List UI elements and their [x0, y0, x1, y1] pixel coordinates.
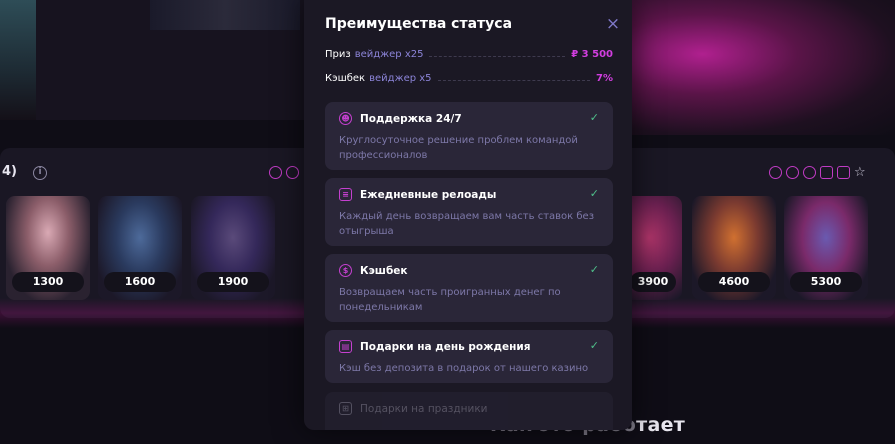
benefit-header: ☻ Поддержка 24/7 [339, 112, 462, 125]
benefit-card-holidays: ⊞ Подарки на праздники [325, 392, 613, 430]
level-card[interactable]: 1300 [6, 196, 90, 300]
check-icon: ✓ [589, 187, 599, 200]
close-icon[interactable]: × [605, 16, 621, 33]
level-card-price: 4600 [698, 272, 770, 292]
cashback-wager: вейджер x5 [369, 72, 432, 84]
info-icon[interactable]: i [33, 166, 47, 180]
dotted-leader [429, 55, 566, 57]
benefit-header: ▤ Подарки на день рождения [339, 340, 531, 353]
hero-image-center [150, 0, 300, 30]
prize-value: ₽ 3 500 [571, 48, 613, 60]
status-benefits-modal: Преимущества статуса × Приз вейджер x25 … [304, 0, 632, 430]
benefit-card-birthday: ▤ Подарки на день рождения ✓ Кэш без деп… [325, 330, 613, 383]
check-icon: ✓ [589, 263, 599, 276]
benefit-header: ⊞ Подарки на праздники [339, 402, 487, 415]
support-icon [769, 166, 782, 179]
level-card[interactable]: 1600 [98, 196, 182, 300]
support-icon: ☻ [339, 112, 352, 125]
level-card[interactable]: 5300 [784, 196, 868, 300]
hero-image-right [620, 0, 895, 135]
prize-label: Приз [325, 48, 351, 60]
level-perks-icons-left [269, 166, 299, 179]
prize-row: Приз вейджер x25 ₽ 3 500 [325, 46, 613, 62]
level-card[interactable]: 1900 [191, 196, 275, 300]
level-card-price: 1300 [12, 272, 84, 292]
benefit-card-cashback: $ Кэшбек ✓ Возвращаем часть проигранных … [325, 254, 613, 322]
check-icon: ✓ [589, 111, 599, 124]
level-card-price: 1600 [104, 272, 176, 292]
dollar-coin-icon [803, 166, 816, 179]
dotted-leader [437, 79, 591, 81]
benefit-description: Круглосуточное решение проблем командой … [339, 135, 578, 161]
benefit-title: Кэшбек [360, 264, 408, 277]
coins-stack-icon [786, 166, 799, 179]
star-icon: ☆ [854, 165, 866, 180]
prize-wager: вейджер x25 [354, 48, 424, 60]
check-icon: ✓ [589, 339, 599, 352]
benefit-card-support: ☻ Поддержка 24/7 ✓ Круглосуточное решени… [325, 102, 613, 170]
benefit-description: Каждый день возвращаем вам часть ставок … [339, 211, 595, 237]
gift-icon: ⊞ [339, 402, 352, 415]
level-card-price: 3900 [630, 272, 676, 292]
hero-image-left [0, 0, 36, 120]
benefit-title: Подарки на день рождения [360, 340, 531, 353]
level-card-price: 5300 [790, 272, 862, 292]
benefit-card-reloads: ≡ Ежедневные релоады ✓ Каждый день возвр… [325, 178, 613, 246]
benefit-title: Ежедневные релоады [360, 188, 497, 201]
modal-title: Преимущества статуса [325, 16, 513, 32]
benefit-header: ≡ Ежедневные релоады [339, 188, 496, 201]
birthday-cake-icon [820, 166, 833, 179]
coins-stack-icon: ≡ [339, 188, 352, 201]
benefit-header: $ Кэшбек [339, 264, 408, 277]
birthday-cake-icon: ▤ [339, 340, 352, 353]
cashback-row: Кэшбек вейджер x5 7% [325, 70, 613, 86]
benefit-description: Возвращаем часть проигранных денег по по… [339, 287, 561, 313]
benefit-description: Кэш без депозита в подарок от нашего каз… [339, 363, 589, 374]
gift-icon [837, 166, 850, 179]
level-perks-icons-right: ☆ [769, 166, 868, 179]
how-it-works-title-bright: тает [636, 414, 686, 436]
cashback-label: Кэшбек [325, 72, 366, 84]
cashback-value: 7% [596, 72, 613, 84]
level-card[interactable]: 4600 [692, 196, 776, 300]
benefit-title: Поддержка 24/7 [360, 112, 462, 125]
support-icon [269, 166, 282, 179]
dollar-coin-icon: $ [339, 264, 352, 277]
section-number: 4) [2, 164, 17, 179]
benefit-title: Подарки на праздники [360, 402, 488, 415]
coins-stack-icon [286, 166, 299, 179]
level-card-price: 1900 [197, 272, 269, 292]
